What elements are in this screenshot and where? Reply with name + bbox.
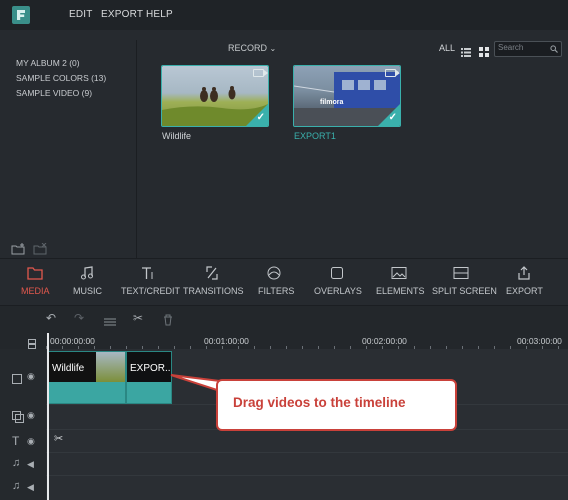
filter-icon[interactable]: [267, 266, 281, 280]
media-label-export1: EXPORT1: [294, 131, 336, 141]
tool-text-credit[interactable]: TEXT/CREDIT: [121, 286, 180, 296]
eye-icon[interactable]: ◉: [27, 371, 35, 382]
list-view-icon[interactable]: [461, 44, 471, 57]
thumb-watermark: filmora: [320, 99, 344, 106]
search-placeholder: Search: [498, 43, 524, 52]
image-elements-icon[interactable]: [391, 266, 407, 280]
grid-view-icon[interactable]: [479, 44, 489, 57]
chevron-down-icon: ⌄: [269, 44, 277, 53]
transition-icon[interactable]: [205, 266, 219, 280]
album-item[interactable]: SAMPLE COLORS (13): [16, 73, 106, 83]
timecode-3: 00:03:00:00: [517, 336, 562, 346]
media-thumb-wildlife[interactable]: ✓: [161, 65, 269, 127]
trash-icon[interactable]: [163, 313, 173, 331]
video-track-icon: [12, 371, 22, 389]
timeline-clip-wildlife[interactable]: Wildlife: [47, 351, 126, 404]
text-track-icon: T: [12, 434, 20, 448]
timecode-2: 00:02:00:00: [362, 336, 407, 346]
media-panel: [0, 30, 568, 258]
menu-help[interactable]: HELP: [146, 9, 173, 20]
text-icon[interactable]: [141, 266, 155, 280]
clip-title: EXPOR...: [130, 363, 172, 374]
overlay-icon[interactable]: [330, 266, 344, 280]
tool-transitions[interactable]: TRANSITIONS: [183, 286, 244, 296]
filter-all[interactable]: ALL: [439, 43, 455, 53]
menu-export[interactable]: EXPORT: [101, 9, 143, 20]
media-thumb-export1[interactable]: filmora ✓: [293, 65, 401, 127]
record-label: RECORD: [228, 43, 268, 53]
video-camera-icon: [385, 69, 400, 77]
callout-text: Drag videos to the timeline: [233, 395, 406, 410]
redo-icon[interactable]: ↷: [74, 311, 84, 325]
music-note-icon[interactable]: [80, 266, 94, 280]
undo-icon[interactable]: ↶: [46, 311, 56, 325]
eye-icon[interactable]: ◉: [27, 436, 35, 447]
tool-filters[interactable]: FILTERS: [258, 286, 294, 296]
check-icon: ✓: [388, 112, 397, 123]
track-separator: [46, 452, 568, 453]
export-share-icon[interactable]: [517, 266, 531, 280]
tool-elements[interactable]: ELEMENTS: [376, 286, 425, 296]
tool-split-screen[interactable]: SPLIT SCREEN: [432, 286, 497, 296]
search-icon: [550, 45, 558, 53]
tool-export[interactable]: EXPORT: [506, 286, 543, 296]
scissors-cursor-icon: ✂: [54, 433, 64, 445]
track-separator: [46, 475, 568, 476]
tool-overlays[interactable]: OVERLAYS: [314, 286, 362, 296]
eye-icon[interactable]: ◉: [27, 410, 35, 421]
media-label-wildlife: Wildlife: [162, 131, 192, 141]
video-camera-icon: [253, 69, 268, 77]
record-dropdown[interactable]: RECORD ⌄: [228, 43, 276, 53]
music-track-icon: ♫: [12, 457, 21, 469]
pip-track-icon: [12, 410, 24, 428]
scissors-icon[interactable]: ✂: [133, 311, 143, 325]
adjust-icon[interactable]: [104, 314, 116, 332]
album-item[interactable]: SAMPLE VIDEO (9): [16, 88, 92, 98]
split-screen-icon[interactable]: [453, 266, 469, 280]
timecode-0: 00:00:00:00: [50, 336, 95, 346]
menu-edit[interactable]: EDIT: [69, 9, 93, 20]
timecode-1: 00:01:00:00: [204, 336, 249, 346]
search-input[interactable]: Search: [494, 41, 562, 57]
panel-divider: [136, 40, 137, 258]
app-logo-icon: [12, 6, 30, 24]
check-icon: ✓: [256, 112, 265, 123]
timeline-toolbar: [0, 305, 568, 334]
tool-music[interactable]: MUSIC: [73, 286, 102, 296]
music-track-icon: ♫: [12, 480, 21, 492]
playhead[interactable]: [47, 333, 49, 500]
clip-title: Wildlife: [52, 363, 85, 374]
timeline-clip-export[interactable]: EXPOR...: [126, 351, 172, 404]
tool-media[interactable]: MEDIA: [21, 286, 50, 296]
speaker-icon[interactable]: ◀: [27, 459, 34, 470]
media-folder-icon[interactable]: [27, 266, 43, 280]
album-item[interactable]: MY ALBUM 2 (0): [16, 58, 80, 68]
speaker-icon[interactable]: ◀: [27, 482, 34, 493]
